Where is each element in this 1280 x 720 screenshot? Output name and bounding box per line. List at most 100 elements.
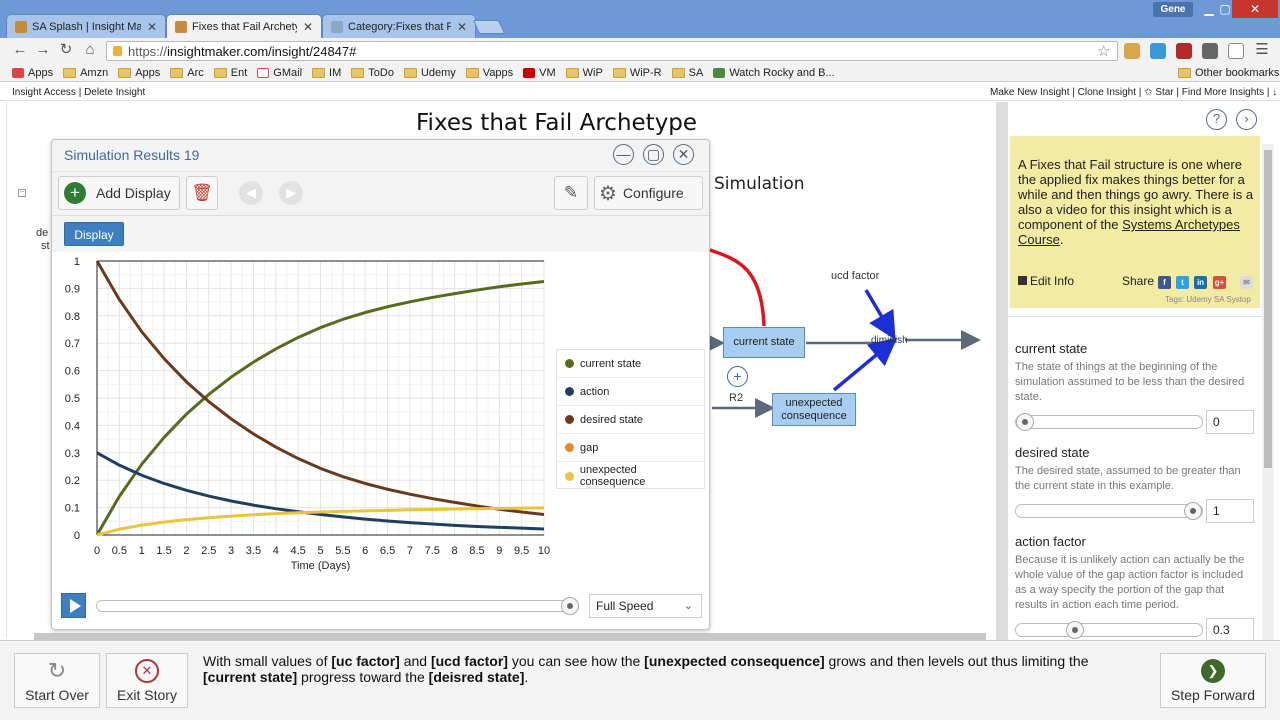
x-tick-label: 3 bbox=[228, 545, 234, 557]
legend-item[interactable]: current state bbox=[557, 350, 704, 378]
legend-item[interactable]: action bbox=[557, 378, 704, 406]
bookmark-item[interactable]: VM bbox=[523, 67, 556, 79]
forward-arrow-icon[interactable]: → bbox=[33, 40, 53, 60]
extension-icon[interactable] bbox=[1150, 43, 1166, 59]
insight-tags: Tags: Udemy SA Systop bbox=[1165, 295, 1251, 304]
action-factor-value[interactable]: 0.3 bbox=[1206, 618, 1254, 642]
other-bookmarks[interactable]: Other bookmarks bbox=[1178, 64, 1279, 82]
bookmark-item[interactable]: Watch Rocky and B... bbox=[713, 67, 835, 79]
bookmark-item[interactable]: IM bbox=[312, 67, 341, 79]
speed-select[interactable]: Full Speed ⌄ bbox=[589, 594, 702, 618]
extension-icon[interactable] bbox=[1124, 43, 1140, 59]
google-plus-icon[interactable]: g+ bbox=[1213, 276, 1226, 289]
y-tick-label: 0.4 bbox=[65, 420, 80, 432]
action-factor-slider[interactable] bbox=[1015, 623, 1203, 637]
current-state-node[interactable]: current state bbox=[723, 327, 805, 358]
legend-item[interactable]: gap bbox=[557, 434, 704, 462]
play-button[interactable] bbox=[61, 593, 86, 618]
bookmark-item[interactable]: SA bbox=[671, 67, 703, 79]
configure-label: Configure bbox=[622, 185, 684, 201]
edit-icon bbox=[1018, 276, 1027, 285]
slider-handle[interactable] bbox=[1184, 502, 1202, 520]
facebook-icon[interactable]: f bbox=[1158, 276, 1171, 289]
tab-title: Category:Fixes that Fail - S bbox=[348, 20, 451, 33]
restore-icon[interactable]: ▢ bbox=[643, 144, 664, 165]
bookmark-item[interactable]: Ent bbox=[213, 67, 247, 79]
exit-story-button[interactable]: ✕ Exit Story bbox=[106, 653, 188, 708]
minimize-icon[interactable]: — bbox=[613, 144, 634, 165]
x-tick-label: 3.5 bbox=[246, 545, 261, 557]
panel-splitter[interactable] bbox=[996, 102, 1008, 640]
tab-category-fixes[interactable]: Category:Fixes that Fail - S ✕ bbox=[322, 14, 476, 38]
simulation-window-title: Simulation Results 19 bbox=[64, 147, 200, 163]
close-icon[interactable]: ✕ bbox=[673, 144, 694, 165]
next-arrow-icon[interactable]: ▶ bbox=[279, 181, 303, 205]
bookmark-item[interactable]: GMail bbox=[257, 67, 302, 79]
address-bar[interactable]: https://insightmaker.com/insight/24847# bbox=[106, 41, 1118, 61]
start-over-button[interactable]: ↻ Start Over bbox=[14, 653, 100, 708]
user-profile-badge[interactable]: Gene bbox=[1153, 2, 1193, 17]
diminish-flow[interactable]: diminish bbox=[871, 335, 908, 346]
bookmark-star-icon[interactable]: ☆ bbox=[1097, 42, 1110, 60]
close-tab-icon[interactable]: ✕ bbox=[457, 20, 467, 34]
step-forward-button[interactable]: ❯ Step Forward bbox=[1160, 653, 1266, 708]
display-tab[interactable]: Display bbox=[64, 222, 124, 246]
tab-title: SA Splash | Insight Maker bbox=[32, 20, 141, 33]
slider-handle[interactable] bbox=[1016, 413, 1034, 431]
current-state-value[interactable]: 0 bbox=[1206, 410, 1254, 434]
home-icon[interactable]: ⌂ bbox=[80, 40, 100, 60]
tab-fixes-that-fail[interactable]: Fixes that Fail Archetype | ✕ bbox=[166, 14, 322, 38]
legend-dot-icon bbox=[565, 443, 574, 452]
story-step-text: With small values of [uc factor] and [uc… bbox=[203, 653, 1089, 685]
x-tick-label: 5 bbox=[317, 545, 323, 557]
unexpected-consequence-node[interactable]: unexpected consequence bbox=[772, 393, 856, 426]
back-arrow-icon[interactable]: ← bbox=[10, 40, 30, 60]
linkedin-icon[interactable]: in bbox=[1194, 276, 1207, 289]
simulation-time-slider[interactable] bbox=[96, 600, 578, 612]
slider-handle[interactable] bbox=[561, 597, 579, 615]
bookmark-item[interactable]: Apps bbox=[118, 67, 160, 79]
x-tick-label: 6.5 bbox=[380, 545, 395, 557]
add-display-button[interactable]: + Add Display bbox=[58, 176, 180, 210]
edit-info-button[interactable]: Edit Info bbox=[1018, 274, 1074, 288]
legend-item[interactable]: desired state bbox=[557, 406, 704, 434]
previous-arrow-icon[interactable]: ◀ bbox=[239, 181, 263, 205]
help-icon[interactable]: ? bbox=[1206, 109, 1227, 130]
collapse-panel-icon[interactable]: › bbox=[1236, 109, 1257, 130]
ucd-factor-node[interactable]: ucd factor bbox=[831, 270, 879, 282]
configure-button[interactable]: ⚙ Configure bbox=[594, 176, 703, 210]
collapse-icon[interactable]: − bbox=[18, 189, 26, 197]
x-tick-label: 4.5 bbox=[291, 545, 306, 557]
close-window-icon[interactable]: ✕ bbox=[1232, 0, 1278, 18]
bookmark-item[interactable]: Udemy bbox=[403, 67, 456, 79]
extension-icon[interactable] bbox=[1176, 43, 1192, 59]
bookmark-item[interactable]: Amzn bbox=[63, 67, 108, 79]
twitter-icon[interactable]: t bbox=[1176, 276, 1189, 289]
panel-scrollbar-thumb[interactable] bbox=[1264, 150, 1272, 468]
desired-state-value[interactable]: 1 bbox=[1206, 499, 1254, 523]
extension-icon[interactable] bbox=[1228, 43, 1244, 59]
insight-access-links[interactable]: Insight Access | Delete Insight bbox=[12, 87, 145, 98]
bookmark-item[interactable]: Vapps bbox=[465, 67, 513, 79]
bookmark-item[interactable]: ToDo bbox=[351, 67, 394, 79]
bookmark-item[interactable]: WiP-R bbox=[612, 67, 662, 79]
close-tab-icon[interactable]: ✕ bbox=[303, 20, 313, 34]
tab-sa-splash[interactable]: SA Splash | Insight Maker ✕ bbox=[6, 14, 166, 38]
menu-icon[interactable]: ☰ bbox=[1252, 40, 1272, 60]
bookmark-item[interactable]: Apps bbox=[12, 67, 53, 79]
bookmark-item[interactable]: WiP bbox=[565, 67, 603, 79]
close-tab-icon[interactable]: ✕ bbox=[147, 20, 157, 34]
bookmark-item[interactable]: Arc bbox=[170, 67, 204, 79]
chevron-down-icon: ⌄ bbox=[683, 600, 693, 612]
current-state-slider[interactable] bbox=[1015, 415, 1203, 429]
desired-state-slider[interactable] bbox=[1015, 504, 1203, 518]
trash-icon[interactable]: 🗑 bbox=[186, 176, 218, 210]
extension-icon[interactable] bbox=[1202, 43, 1218, 59]
reload-icon[interactable]: ↻ bbox=[56, 40, 76, 60]
pencil-icon[interactable]: ✎ bbox=[554, 176, 588, 210]
insight-actions-links[interactable]: Make New Insight | Clone Insight | ✩ Sta… bbox=[990, 87, 1277, 98]
folder-icon bbox=[63, 67, 77, 78]
legend-item[interactable]: unexpected consequence bbox=[557, 462, 704, 490]
x-tick-label: 8.5 bbox=[469, 545, 484, 557]
email-icon[interactable]: ✉ bbox=[1240, 276, 1253, 289]
